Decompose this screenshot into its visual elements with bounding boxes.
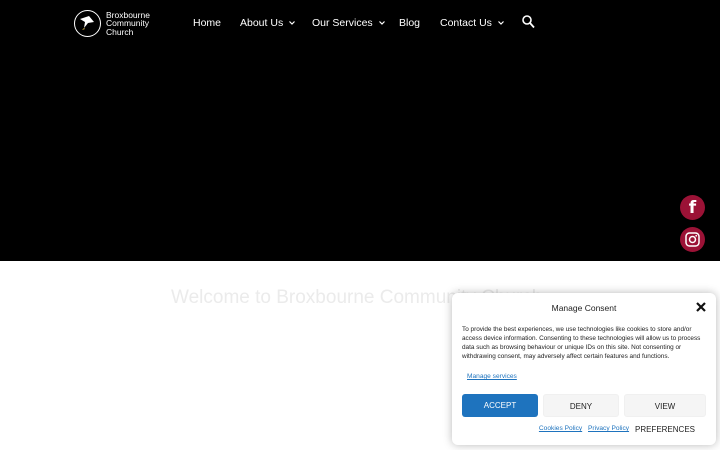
logo-text: Broxbourne Community Church <box>106 11 150 37</box>
nav-our-services-label: Our Services <box>312 17 373 29</box>
chevron-down-icon <box>378 21 385 25</box>
nav-about-us-label: About Us <box>240 17 284 29</box>
close-icon[interactable] <box>695 301 707 313</box>
cookie-consent-dialog: Manage Consent To provide the best exper… <box>452 293 716 445</box>
consent-description: To provide the best experiences, we use … <box>462 326 701 360</box>
facebook-icon: f <box>688 198 697 218</box>
logo-line-3: Church <box>106 26 134 37</box>
nav-home-label: Home <box>193 17 222 29</box>
view-preferences-button[interactable]: VIEW PREFERENCES <box>624 394 706 434</box>
manage-services-link[interactable]: Manage services <box>467 373 517 380</box>
privacy-policy-link[interactable]: Privacy Policy <box>588 425 629 432</box>
chevron-down-icon <box>498 21 504 25</box>
chevron-down-icon <box>289 21 296 25</box>
consent-title: Manage Consent <box>551 303 617 313</box>
instagram-icon <box>685 232 700 247</box>
nav-contact-us-label: Contact Us <box>440 17 492 29</box>
nav-blog[interactable]: Blog <box>399 16 420 30</box>
accept-button[interactable]: ACCEPT <box>462 394 538 417</box>
facebook-button[interactable]: f <box>680 195 705 220</box>
nav-contact-us[interactable]: Contact Us <box>440 16 505 30</box>
instagram-button[interactable] <box>680 227 705 252</box>
nav-our-services[interactable]: Our Services <box>312 16 386 30</box>
nav-blog-label: Blog <box>399 17 421 29</box>
site-logo[interactable]: Broxbourne Community Church <box>74 10 150 37</box>
search-icon[interactable] <box>522 15 535 29</box>
hero-banner <box>0 0 720 261</box>
nav-home[interactable]: Home <box>193 16 221 30</box>
policy-links: Cookies Policy Privacy Policy <box>452 425 716 432</box>
deny-button[interactable]: DENY <box>543 394 619 417</box>
cookies-policy-link[interactable]: Cookies Policy <box>539 425 582 432</box>
nav-about-us[interactable]: About Us <box>240 16 296 30</box>
logo-dove-icon <box>74 10 101 37</box>
